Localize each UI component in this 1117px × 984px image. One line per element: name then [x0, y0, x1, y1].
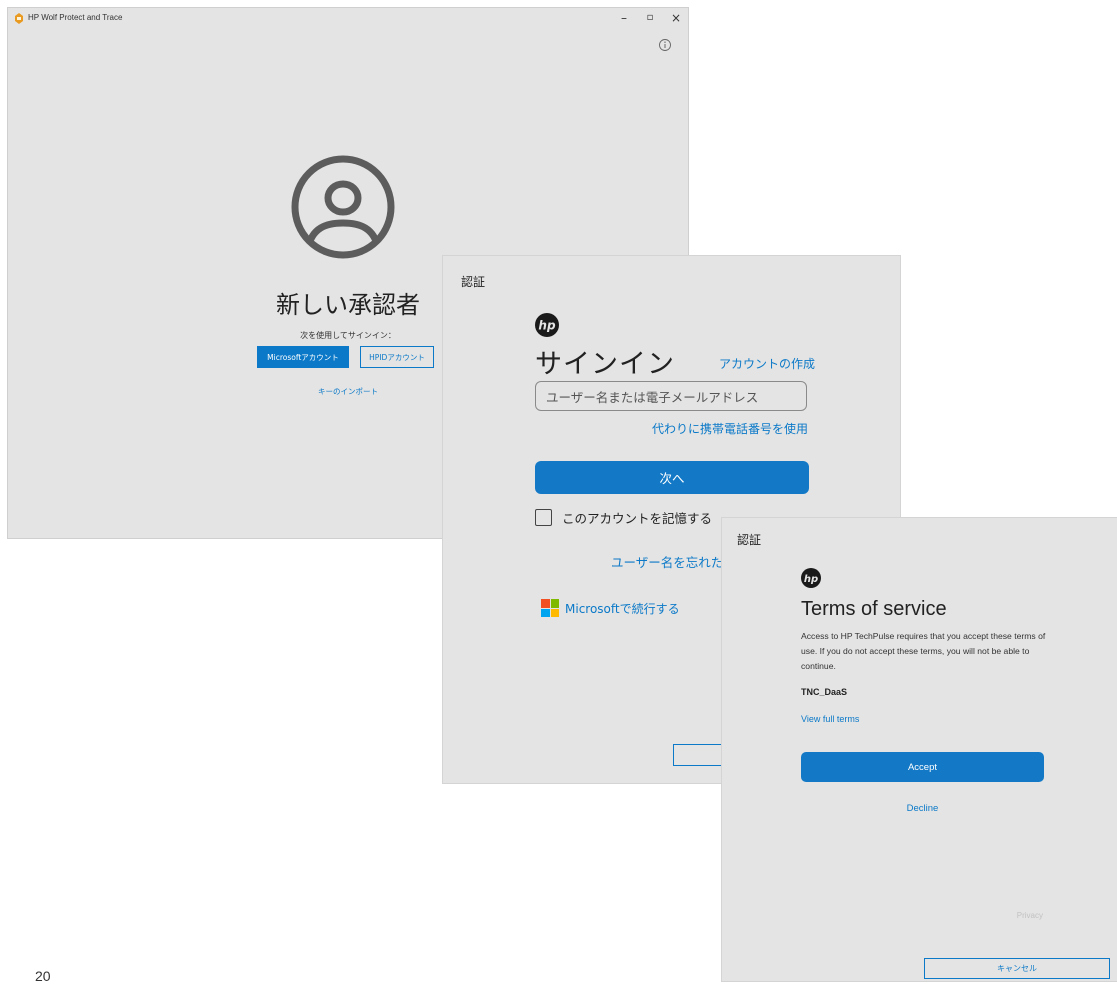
- user-avatar-icon: [291, 155, 395, 259]
- hp-logo-icon: hp: [535, 313, 559, 337]
- terms-heading: Terms of service: [801, 598, 947, 620]
- minimize-button[interactable]: –: [614, 11, 634, 25]
- dialog-title: 認証: [737, 533, 762, 547]
- microsoft-logo-icon: [541, 599, 559, 617]
- use-phone-link[interactable]: 代わりに携帯電話番号を使用: [652, 420, 808, 437]
- microsoft-continue-label: Microsoftで続行する: [565, 601, 680, 616]
- remember-label: このアカウントを記憶する: [562, 511, 713, 526]
- close-button[interactable]: ×: [666, 11, 686, 25]
- terms-name: TNC_DaaS: [801, 687, 848, 697]
- decline-link[interactable]: Decline: [801, 803, 1044, 814]
- cancel-button[interactable]: キャンセル: [924, 958, 1110, 979]
- window-title: HP Wolf Protect and Trace: [28, 13, 123, 22]
- hp-wolf-app-icon: [15, 13, 23, 24]
- microsoft-account-button[interactable]: Microsoftアカウント: [257, 346, 349, 368]
- signin-heading: サインイン: [535, 349, 675, 380]
- username-input[interactable]: ユーザー名または電子メールアドレス: [535, 381, 807, 411]
- create-account-link[interactable]: アカウントの作成: [719, 355, 815, 372]
- continue-with-microsoft[interactable]: Microsoftで続行する: [541, 599, 680, 617]
- forgot-username-link[interactable]: ユーザー名を忘れた場: [611, 552, 736, 571]
- info-icon[interactable]: [658, 38, 672, 52]
- terms-description: Access to HP TechPulse requires that you…: [801, 631, 1046, 671]
- svg-text:hp: hp: [804, 574, 818, 585]
- page-number: 20: [35, 968, 51, 984]
- remember-account[interactable]: このアカウントを記憶する: [535, 508, 712, 527]
- svg-text:hp: hp: [538, 319, 556, 333]
- remember-checkbox[interactable]: [535, 509, 552, 526]
- privacy-link[interactable]: Privacy: [1017, 911, 1043, 920]
- hpid-account-button[interactable]: HPIDアカウント: [360, 346, 434, 368]
- title-bar: HP Wolf Protect and Trace – ▫ ×: [8, 8, 688, 30]
- hp-logo-icon: hp: [801, 568, 821, 588]
- terms-dialog: 認証 hp Terms of service Access to HP Tech…: [722, 518, 1117, 981]
- view-full-terms-link[interactable]: View full terms: [801, 714, 859, 724]
- next-button[interactable]: 次へ: [535, 461, 809, 494]
- dialog-title: 認証: [461, 275, 486, 289]
- maximize-button[interactable]: ▫: [640, 12, 660, 23]
- accept-button[interactable]: Accept: [801, 752, 1044, 782]
